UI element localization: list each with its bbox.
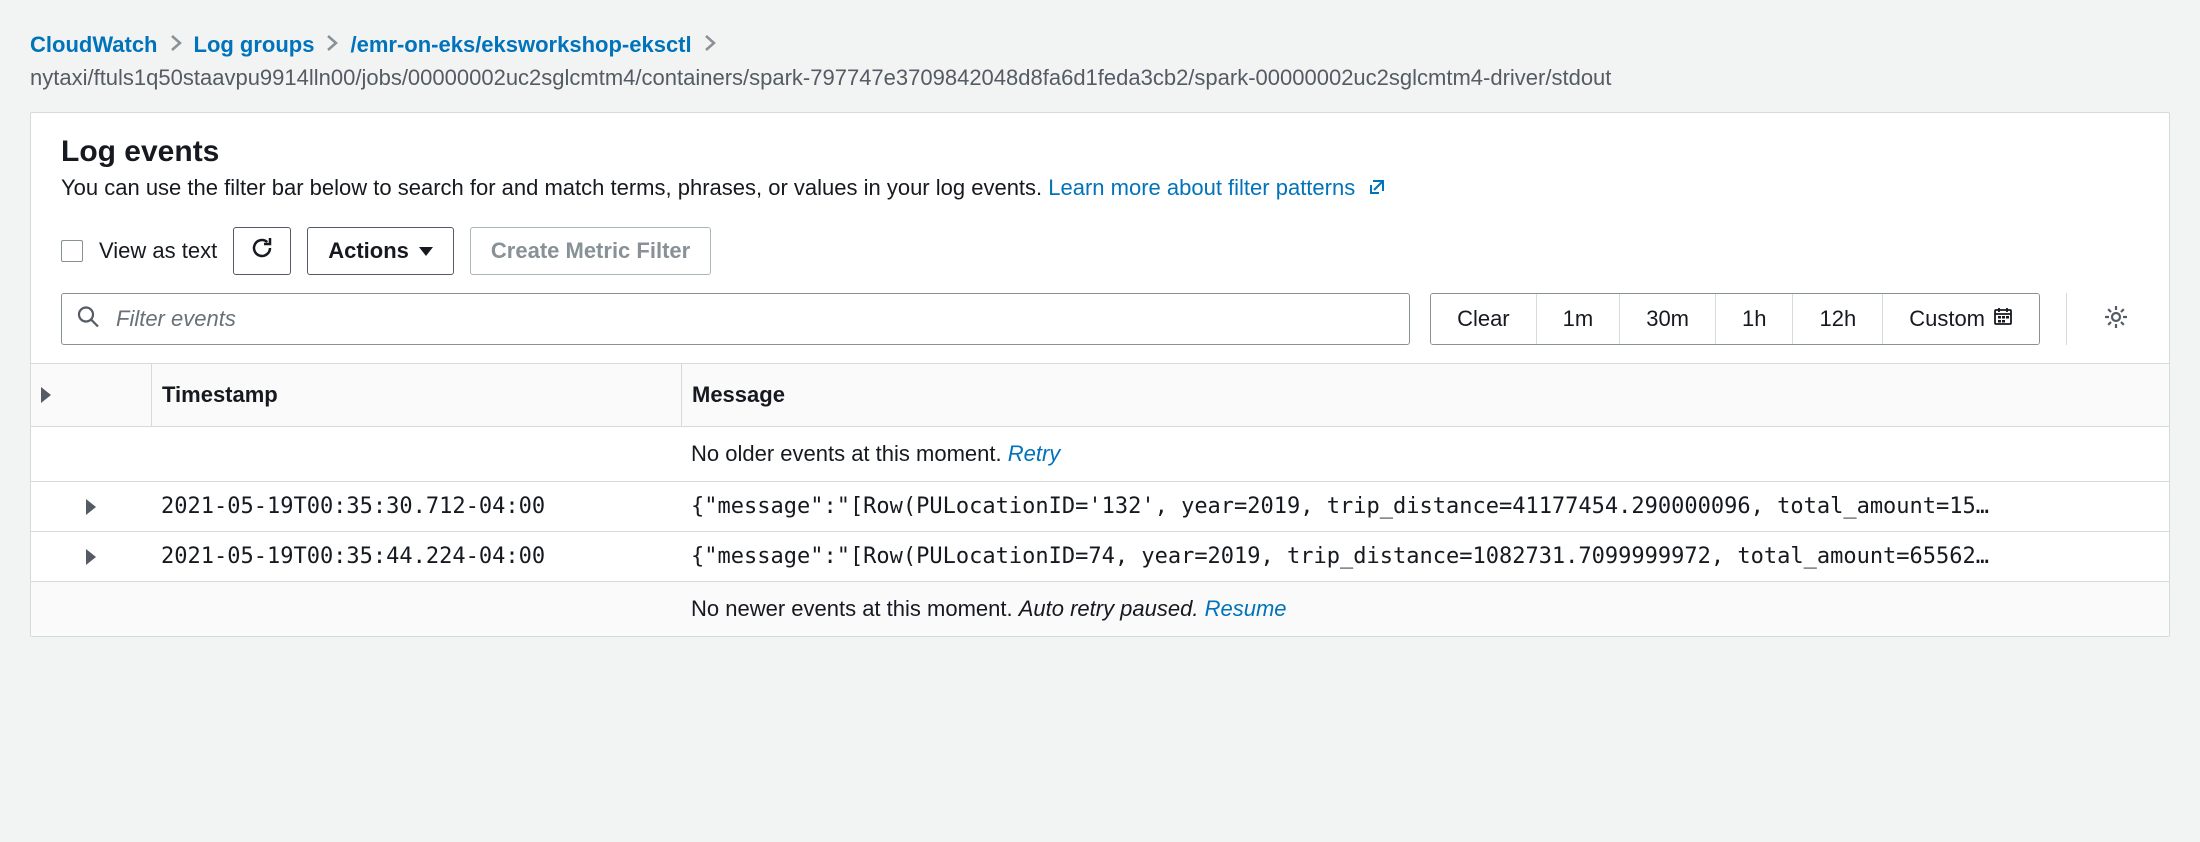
auto-retry-paused: Auto retry paused. xyxy=(1019,596,1205,621)
message-cell: {"message":"[Row(PULocationID='132', yea… xyxy=(681,482,2169,531)
breadcrumb-current: nytaxi/ftuls1q50staavpu9914lln00/jobs/00… xyxy=(30,61,2170,94)
newer-events-status: No newer events at this moment. xyxy=(691,596,1019,621)
table-row[interactable]: 2021-05-19T00:35:44.224-04:00 {"message"… xyxy=(31,532,2169,582)
expand-row-icon[interactable] xyxy=(86,499,96,515)
view-as-text-label: View as text xyxy=(99,238,217,264)
learn-more-link[interactable]: Learn more about filter patterns xyxy=(1048,175,1387,200)
time-12h-button[interactable]: 12h xyxy=(1792,294,1882,344)
refresh-button[interactable] xyxy=(233,227,291,275)
log-events-panel: Log events You can use the filter bar be… xyxy=(30,112,2170,637)
view-as-text-checkbox[interactable] xyxy=(61,240,83,262)
time-custom-label: Custom xyxy=(1909,306,1985,332)
filter-events-box[interactable] xyxy=(61,293,1410,345)
refresh-icon xyxy=(249,235,275,267)
chevron-right-icon xyxy=(704,28,716,61)
older-events-status-row: No older events at this moment. Retry xyxy=(31,427,2169,482)
table-header: Timestamp Message xyxy=(31,364,2169,427)
column-message[interactable]: Message xyxy=(681,364,2169,426)
retry-link[interactable]: Retry xyxy=(1008,441,1061,466)
time-30m-button[interactable]: 30m xyxy=(1619,294,1715,344)
toolbar: View as text Actions Create Metric Filte… xyxy=(31,217,2169,293)
chevron-right-icon xyxy=(326,28,338,61)
expand-all-icon[interactable] xyxy=(41,387,51,403)
caret-down-icon xyxy=(419,247,433,256)
resume-link[interactable]: Resume xyxy=(1205,596,1287,621)
timestamp-cell: 2021-05-19T00:35:44.224-04:00 xyxy=(151,532,681,581)
subtitle-text: You can use the filter bar below to sear… xyxy=(61,175,1048,200)
actions-label: Actions xyxy=(328,238,409,264)
time-1h-button[interactable]: 1h xyxy=(1715,294,1792,344)
filter-events-input[interactable] xyxy=(114,294,1393,344)
time-clear-button[interactable]: Clear xyxy=(1431,294,1536,344)
message-cell: {"message":"[Row(PULocationID=74, year=2… xyxy=(681,532,2169,581)
settings-button[interactable] xyxy=(2102,303,2130,336)
column-timestamp[interactable]: Timestamp xyxy=(151,364,681,426)
chevron-right-icon xyxy=(170,28,182,61)
timestamp-cell: 2021-05-19T00:35:30.712-04:00 xyxy=(151,482,681,531)
expand-row-icon[interactable] xyxy=(86,549,96,565)
page-subtitle: You can use the filter bar below to sear… xyxy=(61,175,2139,203)
search-icon xyxy=(76,305,100,334)
page-title: Log events xyxy=(61,135,2139,169)
time-1m-button[interactable]: 1m xyxy=(1536,294,1620,344)
time-custom-button[interactable]: Custom xyxy=(1882,294,2039,344)
vertical-divider xyxy=(2066,293,2067,345)
calendar-icon xyxy=(1993,306,2013,332)
create-metric-filter-button[interactable]: Create Metric Filter xyxy=(470,227,711,275)
newer-events-status-row: No newer events at this moment. Auto ret… xyxy=(31,582,2169,636)
breadcrumb-cloudwatch[interactable]: CloudWatch xyxy=(30,28,158,61)
time-range-buttons: Clear 1m 30m 1h 12h Custom xyxy=(1430,293,2040,345)
breadcrumb: CloudWatch Log groups /emr-on-eks/ekswor… xyxy=(0,0,2200,112)
table-row[interactable]: 2021-05-19T00:35:30.712-04:00 {"message"… xyxy=(31,482,2169,532)
breadcrumb-log-group-name[interactable]: /emr-on-eks/eksworkshop-eksctl xyxy=(350,28,691,61)
external-link-icon xyxy=(1367,177,1387,203)
breadcrumb-log-groups[interactable]: Log groups xyxy=(194,28,315,61)
gear-icon xyxy=(2102,315,2130,335)
actions-dropdown[interactable]: Actions xyxy=(307,227,454,275)
search-row: Clear 1m 30m 1h 12h Custom xyxy=(31,293,2169,363)
log-events-table: Timestamp Message No older events at thi… xyxy=(31,363,2169,636)
older-events-status: No older events at this moment. xyxy=(691,441,1008,466)
